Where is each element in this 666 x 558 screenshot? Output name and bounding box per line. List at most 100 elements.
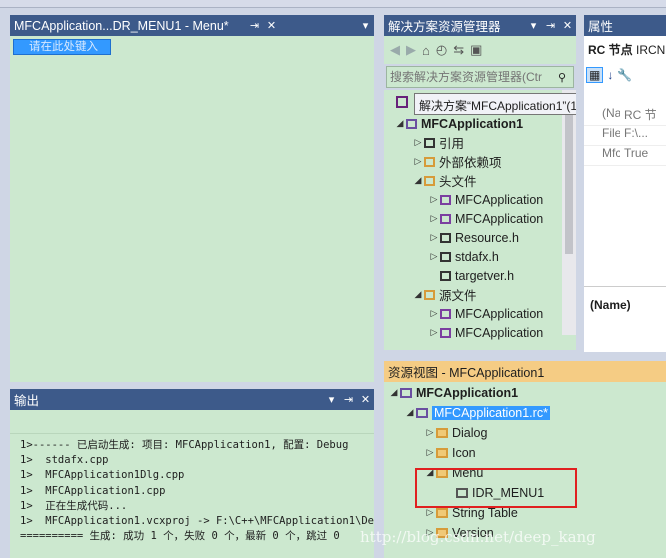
solution-tree-item[interactable]: targetver.h xyxy=(428,266,514,285)
solution-tree-item[interactable]: ◢ 头文件 xyxy=(412,171,477,190)
solution-tree-item[interactable]: ▷ MFCApplication xyxy=(428,209,544,228)
expander-icon[interactable]: ◢ xyxy=(388,387,400,398)
expander-icon[interactable]: ▷ xyxy=(424,447,436,458)
menu-editor-tab-strip: ▾ xyxy=(280,15,374,36)
solution-tree[interactable]: 解决方案“MFCApplication1”(1 个项目) ◢ MFCApplica… xyxy=(384,90,576,350)
dropdown-icon[interactable]: ▾ xyxy=(323,393,340,406)
output-title: 输出 xyxy=(14,394,40,408)
close-icon[interactable]: ✕ xyxy=(357,393,374,406)
dropdown-icon[interactable]: ▾ xyxy=(525,19,542,32)
solution-tree-item[interactable]: ◢ 源文件 xyxy=(412,285,477,304)
resource-tree-label: Dialog xyxy=(452,425,488,440)
rc-project-icon xyxy=(400,387,412,398)
alphabetical-icon[interactable]: ↓ xyxy=(607,68,613,82)
solution-tree-label: 源文件 xyxy=(439,289,477,303)
categorized-icon[interactable]: ▦ xyxy=(586,67,604,83)
solution-search-input[interactable] xyxy=(390,70,558,84)
expander-icon[interactable]: ▷ xyxy=(428,232,440,243)
property-name: Filena xyxy=(602,126,620,140)
expander-icon[interactable]: ◢ xyxy=(394,118,406,129)
solution-tree-item[interactable]: ▷ 外部依赖项 xyxy=(412,152,502,171)
expander-icon[interactable]: ▷ xyxy=(428,327,440,338)
expander-icon[interactable]: ◢ xyxy=(412,289,424,300)
property-name: Mfc M xyxy=(602,146,620,160)
history-icon[interactable]: ◴ xyxy=(436,42,447,58)
resource-tree-label: Icon xyxy=(452,445,476,460)
expander-icon[interactable]: ▷ xyxy=(428,308,440,319)
resource-tree-item[interactable]: ▷ Dialog xyxy=(424,423,488,442)
property-row[interactable]: Mfc M True xyxy=(584,146,666,166)
menu-editor-tab-title: MFCApplication...DR_MENU1 - Menu* xyxy=(14,18,229,33)
solution-tree-label: stdafx.h xyxy=(455,249,499,264)
search-icon[interactable]: ⚲ xyxy=(558,71,566,84)
solution-tree-item[interactable]: ◢ MFCApplication1 xyxy=(394,114,524,133)
references-icon xyxy=(424,137,435,148)
solution-tree-label: 外部依赖项 xyxy=(439,156,502,170)
solution-tree-label: MFCApplication xyxy=(455,211,544,226)
expander-icon[interactable]: ▷ xyxy=(412,156,424,167)
properties-toolbar: ▦ ↓ 🔧 xyxy=(586,64,666,86)
collapse-all-icon[interactable]: ▣ xyxy=(470,42,482,58)
property-row[interactable]: Filena F:\... xyxy=(584,126,666,146)
expander-icon[interactable]: ▷ xyxy=(424,507,436,518)
output-line: 1> stdafx.cpp xyxy=(20,454,109,467)
property-pages-icon[interactable]: 🔧 xyxy=(617,68,632,82)
resource-tree-item[interactable]: ◢ MFCApplication1.rc* xyxy=(404,403,550,422)
output-line: 1> MFCApplication1.vcxproj -> F:\C++\MFC… xyxy=(20,515,374,528)
pin-icon[interactable]: ⇥ xyxy=(542,19,559,32)
solution-tree-item[interactable]: ▷ 引用 xyxy=(412,133,464,152)
expander-icon[interactable]: ▷ xyxy=(428,194,440,205)
resource-tree-label: MFCApplication1 xyxy=(416,385,519,400)
pin-icon[interactable]: ⇥ xyxy=(246,19,263,32)
expander-icon[interactable]: ◢ xyxy=(404,407,416,418)
solution-search-box[interactable]: ⚲ xyxy=(386,66,574,88)
solution-tree-item[interactable]: ▷ MFCApplication xyxy=(428,190,544,209)
solution-tree-item[interactable]: ▷ MFCApplication xyxy=(428,304,544,323)
close-icon[interactable]: ✕ xyxy=(263,19,280,32)
close-icon[interactable]: ✕ xyxy=(559,19,576,32)
expander-icon[interactable]: ▷ xyxy=(428,213,440,224)
solution-tree-label: targetver.h xyxy=(455,268,515,283)
solution-tree-item[interactable]: ▷ MFCApplication xyxy=(428,323,544,342)
dropdown-icon[interactable]: ▾ xyxy=(357,19,374,32)
forward-icon[interactable]: ▶ xyxy=(406,42,416,58)
back-icon[interactable]: ◀ xyxy=(390,42,400,58)
solution-tree-item[interactable]: ▷ Resource.h xyxy=(428,228,519,247)
output-line: 1>------ 已启动生成: 项目: MFCApplication1, 配置:… xyxy=(20,439,349,451)
menu-type-here-box[interactable]: 请在此处键入 xyxy=(13,39,111,55)
solution-scrollbar[interactable] xyxy=(562,90,576,335)
solution-tree-label: Resource.h xyxy=(455,230,519,245)
expander-icon[interactable]: ▷ xyxy=(428,251,440,262)
cpp-file-icon xyxy=(440,194,451,205)
solution-tree-item[interactable]: ▷ stdafx.h xyxy=(428,247,499,266)
sync-icon[interactable]: ⇆ xyxy=(453,42,464,58)
solution-tree-label: MFCApplication xyxy=(455,192,544,207)
solution-tree-label: MFCApplication1 xyxy=(421,116,524,131)
resource-view-title-text: 资源视图 - MFCApplication1 xyxy=(388,366,545,380)
pin-icon[interactable]: ⇥ xyxy=(340,393,357,406)
output-toolbar xyxy=(10,410,374,434)
resource-tree-label: MFCApplication1.rc* xyxy=(432,405,550,420)
output-text-area[interactable]: 1>------ 已启动生成: 项目: MFCApplication1, 配置:… xyxy=(10,434,374,558)
folder-icon xyxy=(436,427,448,438)
home-icon[interactable]: ⌂ xyxy=(422,43,430,58)
resource-tree-item[interactable]: ▷ Icon xyxy=(424,443,476,462)
project-icon xyxy=(406,118,417,129)
output-panel-title: 输出 ▾ ⇥ ✕ xyxy=(10,389,374,410)
solution-tree-label: MFCApplication xyxy=(455,306,544,321)
output-line: 1> MFCApplication1.cpp xyxy=(20,484,166,497)
cpp-file-icon xyxy=(440,308,451,319)
solution-icon xyxy=(396,96,408,108)
expander-icon[interactable]: ◢ xyxy=(412,175,424,186)
property-row[interactable]: (Nam RC 节 xyxy=(584,106,666,126)
menu-editor-tab[interactable]: MFCApplication...DR_MENU1 - Menu* ⇥ ✕ xyxy=(10,15,280,36)
output-line: ========== 生成: 成功 1 个，失败 0 个，最新 0 个，跳过 0 xyxy=(20,530,340,543)
property-value: True xyxy=(624,146,649,160)
property-name: (Nam xyxy=(602,106,620,120)
expander-icon[interactable]: ▷ xyxy=(412,137,424,148)
expander-icon[interactable]: ▷ xyxy=(424,427,436,438)
properties-panel: RC 节点 IRCN ▦ ↓ 🔧 (Nam RC 节 Filena F:\... Mfc… xyxy=(584,36,666,352)
resource-tree-item[interactable]: ◢ MFCApplication1 xyxy=(388,383,519,402)
menu-editor-canvas[interactable]: 请在此处键入 xyxy=(10,36,374,382)
output-lines: 1>------ 已启动生成: 项目: MFCApplication1, 配置:… xyxy=(20,438,374,544)
